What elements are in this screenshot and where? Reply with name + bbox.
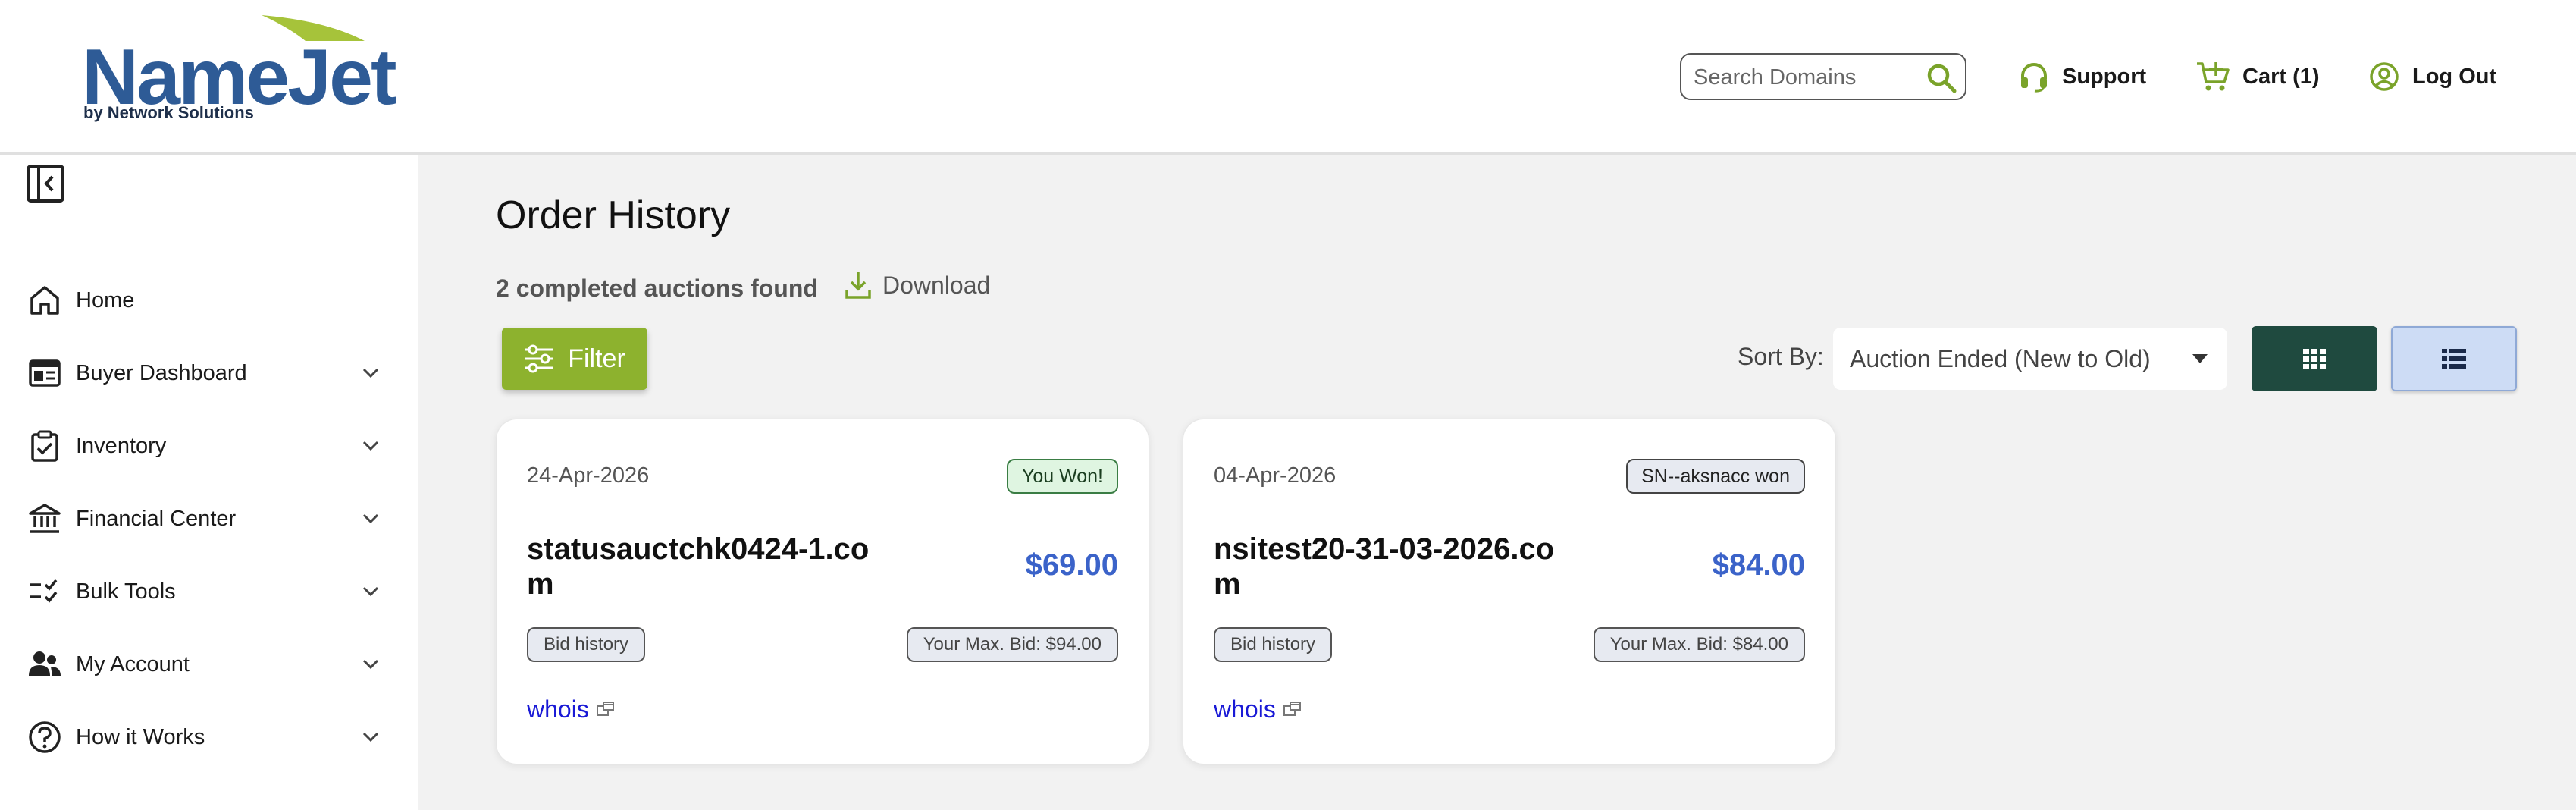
- headset-icon: [2021, 63, 2047, 93]
- dropdown-arrow-icon: [2192, 354, 2208, 363]
- sidebar-item-label: My Account: [76, 651, 190, 677]
- question-icon: [29, 721, 61, 753]
- cart-label: Cart (1): [2242, 64, 2320, 89]
- auction-card: 24-Apr-2026 You Won! statusauctchk0424-1…: [496, 419, 1149, 764]
- external-link-icon: [596, 701, 614, 716]
- external-link-icon: [1283, 701, 1301, 716]
- user-circle-icon: [2370, 62, 2399, 91]
- grid-view-button[interactable]: [2252, 326, 2377, 391]
- sidebar: Home Buyer Dashboard Inventory Financial…: [0, 155, 418, 810]
- sidebar-item-label: Buyer Dashboard: [76, 360, 247, 385]
- filter-button[interactable]: Filter: [502, 328, 647, 390]
- chevron-down-icon[interactable]: [359, 653, 382, 676]
- sort-label: Sort By:: [1738, 343, 1824, 370]
- auction-date: 04-Apr-2026: [1214, 463, 1337, 488]
- sort-select[interactable]: Auction Ended (New to Old): [1833, 328, 2227, 390]
- sort-value: Auction Ended (New to Old): [1850, 344, 2151, 372]
- sidebar-item-inventory[interactable]: Inventory: [0, 416, 418, 476]
- max-bid-badge: Your Max. Bid: $94.00: [906, 627, 1118, 662]
- collapse-sidebar-icon[interactable]: [26, 164, 65, 203]
- clipboard-icon: [31, 430, 58, 462]
- sidebar-item-home[interactable]: Home: [0, 270, 418, 331]
- bid-history-button[interactable]: Bid history: [1214, 627, 1333, 662]
- grid-icon: [2303, 349, 2326, 369]
- domain-name[interactable]: statusauctchk0424-1.com: [527, 532, 883, 601]
- sidebar-item-bulk-tools[interactable]: Bulk Tools: [0, 561, 418, 622]
- download-label: Download: [882, 271, 991, 299]
- whois-link[interactable]: whois: [1214, 695, 1302, 724]
- list-view-button[interactable]: [2391, 326, 2517, 391]
- bank-icon: [29, 504, 61, 533]
- whois-label: whois: [527, 695, 589, 723]
- sidebar-item-how-it-works[interactable]: How it Works: [0, 707, 418, 768]
- download-icon: [845, 272, 871, 299]
- sliders-icon: [525, 344, 553, 373]
- list-icon: [2442, 349, 2466, 369]
- top-header: NameJet by Network Solutions Support Car…: [0, 0, 2576, 155]
- final-price: $69.00: [1025, 548, 1118, 582]
- sidebar-item-my-account[interactable]: My Account: [0, 634, 418, 695]
- checklist-icon: [30, 579, 58, 603]
- search-input[interactable]: [1694, 62, 1921, 93]
- max-bid-badge: Your Max. Bid: $84.00: [1593, 627, 1805, 662]
- sidebar-item-label: How it Works: [76, 724, 205, 749]
- sidebar-item-financial-center[interactable]: Financial Center: [0, 488, 418, 549]
- whois-label: whois: [1214, 695, 1276, 723]
- cart-link[interactable]: Cart (1): [2195, 59, 2320, 94]
- namejet-logo[interactable]: NameJet by Network Solutions: [82, 14, 397, 127]
- home-icon: [30, 286, 59, 315]
- search-box: [1680, 53, 1966, 100]
- sidebar-item-label: Home: [76, 287, 135, 312]
- sidebar-item-label: Financial Center: [76, 506, 237, 531]
- chevron-down-icon[interactable]: [359, 580, 382, 603]
- whois-link[interactable]: whois: [527, 695, 615, 724]
- search-icon[interactable]: [1926, 62, 1957, 94]
- sidebar-item-label: Bulk Tools: [76, 579, 176, 604]
- chevron-down-icon[interactable]: [359, 726, 382, 749]
- support-link[interactable]: Support: [2018, 59, 2146, 94]
- download-link[interactable]: Download: [845, 270, 990, 300]
- chevron-down-icon[interactable]: [359, 362, 382, 385]
- auction-card: 04-Apr-2026 SN--aksnacc won nsitest20-31…: [1183, 419, 1836, 764]
- auction-date: 24-Apr-2026: [527, 463, 650, 488]
- dashboard-icon: [29, 359, 61, 387]
- sidebar-item-label: Inventory: [76, 433, 167, 458]
- users-icon: [29, 651, 61, 676]
- status-badge: You Won!: [1006, 459, 1118, 494]
- chevron-down-icon[interactable]: [359, 435, 382, 457]
- sidebar-item-buyer-dashboard[interactable]: Buyer Dashboard: [0, 343, 418, 403]
- page-title: Order History: [496, 193, 731, 237]
- filter-label: Filter: [568, 344, 625, 373]
- cart-icon: [2197, 62, 2230, 91]
- logout-link[interactable]: Log Out: [2368, 59, 2496, 94]
- chevron-down-icon[interactable]: [359, 507, 382, 530]
- bid-history-button[interactable]: Bid history: [527, 627, 646, 662]
- logo-subtitle: by Network Solutions: [83, 103, 254, 122]
- logout-label: Log Out: [2412, 64, 2497, 89]
- domain-name[interactable]: nsitest20-31-03-2026.com: [1214, 532, 1570, 601]
- final-price: $84.00: [1712, 548, 1805, 582]
- result-count: 2 completed auctions found: [496, 275, 818, 302]
- support-label: Support: [2062, 64, 2147, 89]
- status-badge: SN--aksnacc won: [1626, 459, 1805, 494]
